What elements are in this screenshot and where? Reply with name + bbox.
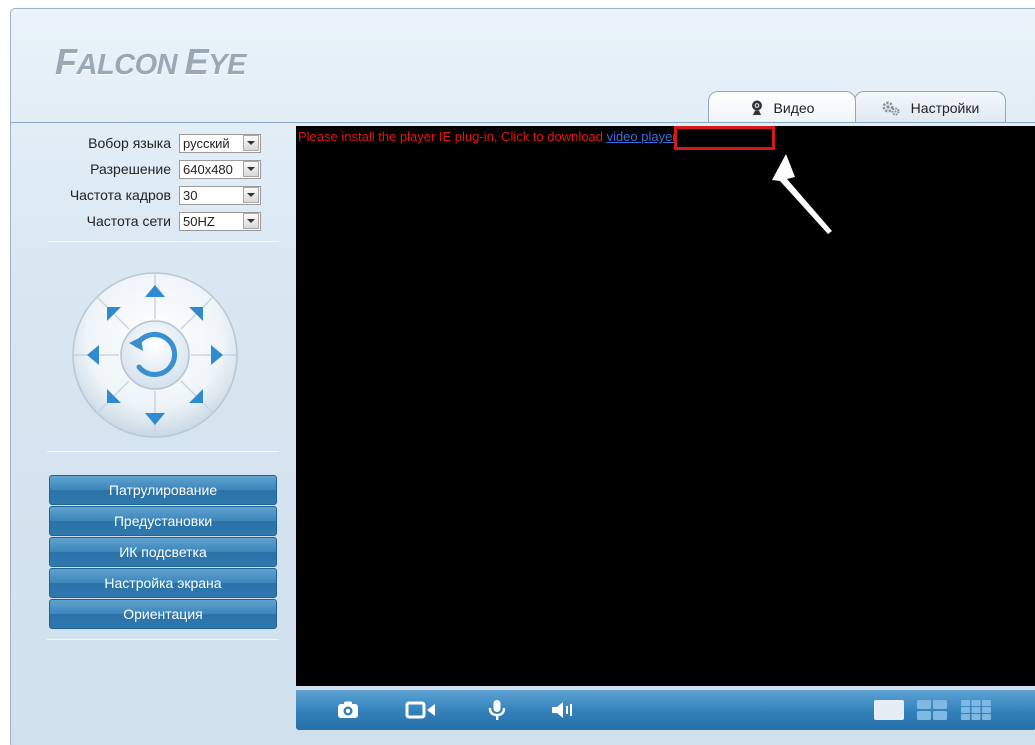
annotation-highlight [674,126,775,150]
tab-video[interactable]: Видео [708,91,856,123]
netfreq-value: 50HZ [183,213,215,229]
falcon-eye-logo: FALCON EYE [55,41,246,82]
video-viewport[interactable]: Please install the player IE plug-in, Cl… [296,126,1035,686]
speaker-icon[interactable] [549,699,579,721]
nine-view-icon[interactable] [960,699,992,721]
resolution-label: Разрешение [90,161,171,177]
plugin-message: Please install the player IE plug-in, Cl… [298,129,677,144]
netfreq-label: Частота сети [86,213,171,229]
quad-view-icon[interactable] [916,699,948,721]
video-record-icon[interactable] [404,699,438,721]
camera-snapshot-icon[interactable] [336,699,360,721]
chevron-down-icon[interactable] [243,213,259,229]
resolution-value: 640x480 [183,161,233,177]
orientation-button[interactable]: Ориентация [49,599,277,629]
ir-button[interactable]: ИК подсветка [49,537,277,567]
framerate-label: Частота кадров [69,187,171,203]
framerate-value: 30 [183,187,198,203]
language-value: русский [183,135,230,151]
chevron-down-icon[interactable] [243,161,259,177]
framerate-row: Частота кадров 30 [11,184,281,206]
single-view-icon[interactable] [873,699,905,721]
microphone-icon[interactable] [485,699,509,721]
tab-settings-label: Настройки [910,99,980,116]
language-row: Вобор языка русский [11,132,281,154]
netfreq-row: Частота сети 50HZ [11,210,281,232]
chevron-down-icon[interactable] [243,135,259,151]
ptz-control [72,272,238,438]
video-toolbar [296,690,1035,730]
app-window: FALCON EYE Настройки Видео Вобор языка р… [10,8,1035,745]
video-player-link[interactable]: video player [607,129,677,144]
resolution-row: Разрешение 640x480 [11,158,281,180]
language-label: Вобор языка [88,135,171,151]
gears-icon [882,101,900,115]
divider [47,451,279,452]
tab-settings[interactable]: Настройки [854,91,1006,123]
language-select[interactable]: русский [179,133,261,153]
plugin-message-text: Please install the player IE plug-in, Cl… [298,129,607,144]
resolution-select[interactable]: 640x480 [179,159,261,179]
tab-video-label: Видео [773,99,815,116]
annotation-arrow [772,154,832,234]
control-panel: Вобор языка русский Разрешение 640x480 Ч… [11,123,297,745]
framerate-select[interactable]: 30 [179,185,261,205]
divider [47,241,279,242]
chevron-down-icon[interactable] [243,187,259,203]
netfreq-select[interactable]: 50HZ [179,211,261,231]
presets-button[interactable]: Предустановки [49,506,277,536]
screen-settings-button[interactable]: Настройка экрана [49,568,277,598]
patrol-button[interactable]: Патрулирование [49,475,277,505]
webcam-icon [751,100,762,115]
divider [47,639,279,640]
